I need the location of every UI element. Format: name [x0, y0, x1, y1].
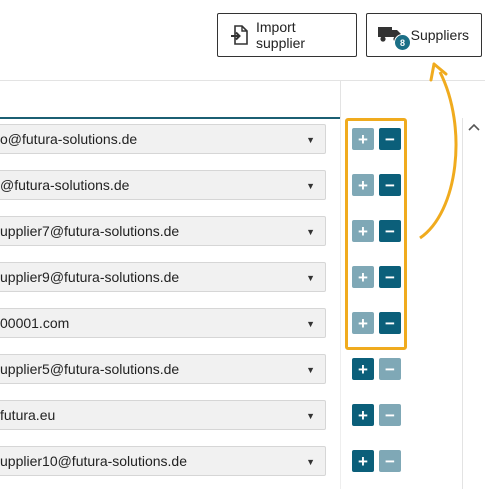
scrollbar[interactable]: [462, 118, 485, 489]
add-row-button[interactable]: +: [352, 312, 374, 334]
supplier-email-select[interactable]: upplier10@futura-solutions.de ▼: [0, 446, 326, 476]
add-row-button[interactable]: +: [352, 404, 374, 426]
plus-icon: +: [358, 313, 368, 333]
plus-icon: +: [358, 405, 368, 425]
remove-row-button[interactable]: −: [379, 450, 401, 472]
plus-icon: +: [358, 129, 368, 149]
remove-row-button[interactable]: −: [379, 266, 401, 288]
supplier-row: upplier10@futura-solutions.de ▼ + −: [0, 443, 462, 489]
suppliers-button[interactable]: 8 Suppliers: [366, 13, 482, 57]
import-file-icon: [230, 25, 248, 45]
supplier-row: @futura-solutions.de ▼ + −: [0, 167, 462, 213]
remove-row-button[interactable]: −: [379, 220, 401, 242]
remove-row-button[interactable]: −: [379, 128, 401, 150]
remove-row-button[interactable]: −: [379, 358, 401, 380]
plus-icon: +: [358, 359, 368, 379]
remove-row-button[interactable]: −: [379, 174, 401, 196]
plus-icon: +: [358, 267, 368, 287]
supplier-row: o@futura-solutions.de ▼ + −: [0, 121, 462, 167]
supplier-email-value: futura.eu: [0, 407, 56, 423]
import-supplier-label: Import supplier: [256, 19, 306, 51]
plus-icon: +: [358, 175, 368, 195]
dropdown-caret-icon[interactable]: ▼: [306, 227, 315, 237]
dropdown-caret-icon[interactable]: ▼: [306, 181, 315, 191]
supplier-email-select[interactable]: 00001.com ▼: [0, 308, 326, 338]
dropdown-caret-icon[interactable]: ▼: [306, 273, 315, 283]
supplier-email-select[interactable]: upplier9@futura-solutions.de ▼: [0, 262, 326, 292]
supplier-email-value: 00001.com: [0, 315, 70, 331]
supplier-email-value: upplier9@futura-solutions.de: [0, 269, 180, 285]
dropdown-caret-icon[interactable]: ▼: [306, 411, 315, 421]
add-row-button[interactable]: +: [352, 358, 374, 380]
grid-header: [0, 80, 485, 119]
supplier-email-select[interactable]: o@futura-solutions.de ▼: [0, 124, 326, 154]
toolbar: Import supplier 8 Suppliers: [0, 0, 485, 80]
minus-icon: −: [385, 267, 395, 287]
import-supplier-button[interactable]: Import supplier: [217, 13, 357, 57]
minus-icon: −: [385, 129, 395, 149]
dropdown-caret-icon[interactable]: ▼: [306, 135, 315, 145]
supplier-row: futura.eu ▼ + −: [0, 397, 462, 443]
supplier-email-select[interactable]: @futura-solutions.de ▼: [0, 170, 326, 200]
plus-icon: +: [358, 221, 368, 241]
minus-icon: −: [385, 221, 395, 241]
supplier-email-value: upplier10@futura-solutions.de: [0, 453, 187, 469]
supplier-row: upplier5@futura-solutions.de ▼ + −: [0, 351, 462, 397]
supplier-email-select[interactable]: futura.eu ▼: [0, 400, 326, 430]
scroll-up-icon[interactable]: [468, 122, 480, 132]
truck-icon: 8: [377, 24, 411, 51]
add-row-button[interactable]: +: [352, 220, 374, 242]
suppliers-label: Suppliers: [410, 27, 469, 43]
supplier-email-value: upplier5@futura-solutions.de: [0, 361, 180, 377]
minus-icon: −: [385, 313, 395, 333]
suppliers-count-badge: 8: [394, 34, 411, 51]
supplier-row: upplier9@futura-solutions.de ▼ + −: [0, 259, 462, 305]
minus-icon: −: [385, 359, 395, 379]
add-row-button[interactable]: +: [352, 174, 374, 196]
supplier-email-value: upplier7@futura-solutions.de: [0, 223, 180, 239]
supplier-email-value: @futura-solutions.de: [0, 177, 130, 193]
supplier-email-select[interactable]: upplier5@futura-solutions.de ▼: [0, 354, 326, 384]
supplier-row: 00001.com ▼ + −: [0, 305, 462, 351]
plus-icon: +: [358, 451, 368, 471]
dropdown-caret-icon[interactable]: ▼: [306, 365, 315, 375]
minus-icon: −: [385, 451, 395, 471]
minus-icon: −: [385, 175, 395, 195]
dropdown-caret-icon[interactable]: ▼: [306, 457, 315, 467]
dropdown-caret-icon[interactable]: ▼: [306, 319, 315, 329]
supplier-row: upplier7@futura-solutions.de ▼ + −: [0, 213, 462, 259]
remove-row-button[interactable]: −: [379, 312, 401, 334]
add-row-button[interactable]: +: [352, 128, 374, 150]
minus-icon: −: [385, 405, 395, 425]
remove-row-button[interactable]: −: [379, 404, 401, 426]
supplier-email-select[interactable]: upplier7@futura-solutions.de ▼: [0, 216, 326, 246]
column-divider: [340, 81, 341, 119]
add-row-button[interactable]: +: [352, 266, 374, 288]
header-underline: [0, 117, 340, 119]
add-row-button[interactable]: +: [352, 450, 374, 472]
supplier-email-value: o@futura-solutions.de: [0, 131, 138, 147]
